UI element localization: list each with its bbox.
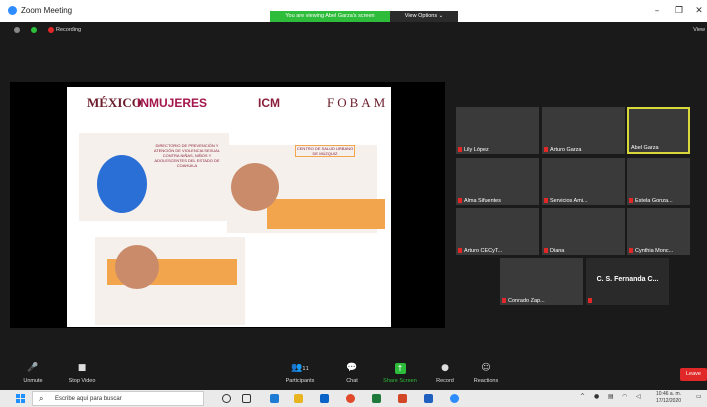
microphone-muted-icon: 🎤 bbox=[27, 363, 39, 373]
participant-tile[interactable]: Arturo CECyT... bbox=[456, 208, 539, 255]
muted-mic-icon bbox=[544, 147, 548, 152]
network-icon[interactable]: ▤ bbox=[608, 393, 614, 400]
muted-mic-icon bbox=[458, 147, 462, 152]
leave-button[interactable]: Leave bbox=[680, 368, 707, 381]
mail-icon[interactable] bbox=[320, 394, 329, 403]
tray-app-icon[interactable]: ● bbox=[594, 393, 599, 400]
participant-name: Arturo CECyT... bbox=[458, 248, 502, 254]
cortana-icon[interactable] bbox=[222, 394, 231, 403]
participant-name bbox=[588, 298, 594, 304]
participant-name: Estela Gonza... bbox=[629, 198, 673, 204]
meeting-status-bar: Recording View bbox=[0, 22, 707, 38]
slide-couple-image bbox=[231, 163, 279, 211]
muted-mic-icon bbox=[544, 198, 548, 203]
shared-slide: MÉXICO INMUJERES ICM FOBAM DIRECTORIO DE… bbox=[67, 87, 391, 327]
record-button[interactable]: ● Record bbox=[432, 363, 458, 384]
slide-logo-header: MÉXICO INMUJERES ICM FOBAM bbox=[67, 87, 391, 123]
participant-tile[interactable]: Alma Sifuentes bbox=[456, 158, 539, 205]
muted-mic-icon bbox=[458, 198, 462, 203]
participant-tile[interactable]: Conrado Zap... bbox=[500, 258, 583, 305]
participant-name: Alma Sifuentes bbox=[458, 198, 501, 204]
muted-mic-icon bbox=[588, 298, 592, 303]
zoom-taskbar-icon[interactable] bbox=[450, 394, 459, 403]
chat-button[interactable]: 💬 Chat bbox=[340, 363, 364, 384]
maximize-button[interactable]: ❐ bbox=[670, 4, 688, 18]
close-button[interactable]: ✕ bbox=[690, 4, 707, 18]
minimize-button[interactable]: – bbox=[648, 4, 666, 18]
chat-icon: 💬 bbox=[346, 363, 358, 373]
file-explorer-icon[interactable] bbox=[294, 394, 303, 403]
wifi-icon[interactable]: ◠ bbox=[622, 393, 627, 400]
show-hidden-icons-icon[interactable]: ^ bbox=[580, 393, 585, 400]
zoom-logo-icon bbox=[8, 6, 17, 15]
search-placeholder: Escribe aquí para buscar bbox=[55, 396, 122, 402]
participant-tile[interactable]: Arturo Garza bbox=[542, 107, 625, 154]
viewing-screen-banner: You are viewing Abel Garza's screen bbox=[270, 11, 390, 22]
logo-inmujeres: INMUJERES bbox=[137, 96, 208, 110]
muted-mic-icon bbox=[629, 248, 633, 253]
window-title: Zoom Meeting bbox=[21, 6, 73, 15]
participant-tile[interactable]: Servicios Ami... bbox=[542, 158, 625, 205]
edge-browser-icon[interactable] bbox=[270, 394, 279, 403]
participant-tile[interactable]: Cynthia Monc... bbox=[627, 208, 690, 255]
volume-icon[interactable]: ◁ bbox=[636, 393, 641, 400]
participant-name: Arturo Garza bbox=[544, 147, 581, 153]
slide-heading: DIRECTORIO DE PREVENCIÓN Y ATENCIÓN DE V… bbox=[153, 143, 221, 168]
unmute-button[interactable]: 🎤 Unmute bbox=[18, 363, 48, 384]
recording-icon bbox=[48, 27, 54, 33]
info-icon[interactable] bbox=[14, 27, 20, 33]
reactions-button[interactable]: ☺ Reactions bbox=[470, 363, 502, 384]
participant-name: Cynthia Monc... bbox=[629, 248, 673, 254]
chrome-icon[interactable] bbox=[346, 394, 355, 403]
participant-name: Abel Garza bbox=[631, 145, 659, 151]
logo-mexico: MÉXICO bbox=[87, 95, 142, 110]
participant-tile[interactable]: Diana bbox=[542, 208, 625, 255]
meeting-controls-bar: 🎤 Unmute ■ Stop Video 👥11 Participants 💬… bbox=[0, 360, 707, 390]
powerpoint-icon[interactable] bbox=[398, 394, 407, 403]
participants-icon: 👥11 bbox=[291, 363, 309, 373]
muted-mic-icon bbox=[502, 298, 506, 303]
participant-name: Diana bbox=[544, 248, 564, 254]
participant-tile-no-video[interactable]: C. S. Fernanda C... bbox=[586, 258, 669, 305]
view-options-button[interactable]: View Options ⌄ bbox=[390, 11, 458, 22]
participant-text-name: C. S. Fernanda C... bbox=[596, 276, 659, 283]
task-view-icon[interactable] bbox=[242, 394, 251, 403]
logo-fobam: FOBAM bbox=[327, 95, 389, 110]
reactions-icon: ☺ bbox=[481, 363, 491, 373]
participant-tile[interactable]: Estela Gonza... bbox=[627, 158, 690, 205]
participant-name: Servicios Ami... bbox=[544, 198, 588, 204]
windows-start-icon[interactable] bbox=[16, 394, 25, 403]
excel-icon[interactable] bbox=[372, 394, 381, 403]
stop-video-button[interactable]: ■ Stop Video bbox=[62, 363, 102, 384]
taskbar-clock[interactable]: 10:46 a. m. 17/12/2020 bbox=[656, 391, 681, 405]
recording-label: Recording bbox=[56, 27, 82, 33]
gallery-view-button[interactable]: View bbox=[693, 27, 705, 33]
windows-taskbar: ⌕ Escribe aquí para buscar ^ ● ▤ ◠ ◁ 10:… bbox=[0, 390, 707, 407]
slide-person-image bbox=[97, 155, 147, 213]
logo-icm: ICM bbox=[258, 96, 280, 110]
word-icon[interactable] bbox=[424, 394, 433, 403]
search-icon: ⌕ bbox=[39, 394, 44, 403]
security-shield-icon[interactable] bbox=[31, 27, 37, 33]
muted-mic-icon bbox=[458, 248, 462, 253]
participant-tile[interactable]: Lily López bbox=[456, 107, 539, 154]
taskbar-search-box[interactable]: ⌕ Escribe aquí para buscar bbox=[32, 391, 204, 406]
participant-name: Conrado Zap... bbox=[502, 298, 545, 304]
participant-tile-active[interactable]: Abel Garza bbox=[627, 107, 690, 154]
share-screen-button[interactable]: ↑ Share Screen bbox=[378, 363, 422, 384]
record-icon: ● bbox=[441, 363, 449, 373]
muted-mic-icon bbox=[629, 198, 633, 203]
video-camera-icon: ■ bbox=[77, 363, 87, 373]
slide-box-title: CENTRO DE SALUD URBANO DE MÚZQUIZ bbox=[295, 145, 355, 157]
participants-button[interactable]: 👥11 Participants bbox=[280, 363, 320, 384]
notifications-icon[interactable]: ▭ bbox=[696, 393, 702, 400]
window-titlebar: Zoom Meeting You are viewing Abel Garza'… bbox=[0, 0, 707, 22]
slide-boy-image bbox=[115, 245, 159, 289]
muted-mic-icon bbox=[544, 248, 548, 253]
share-screen-icon: ↑ bbox=[394, 363, 406, 374]
slide-orange-band bbox=[267, 199, 385, 229]
participant-name: Lily López bbox=[458, 147, 489, 153]
